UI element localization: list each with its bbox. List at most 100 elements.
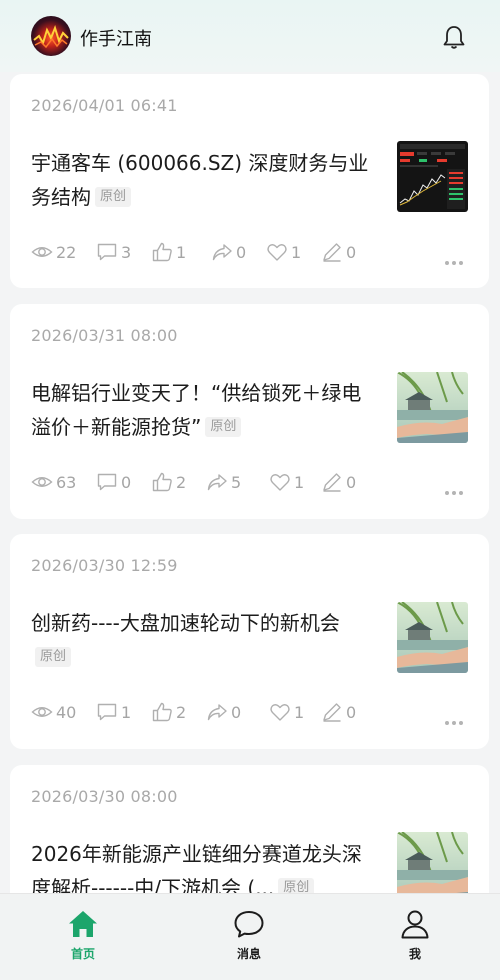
tab-messages[interactable]: 消息: [209, 894, 289, 980]
post-thumbnail[interactable]: [397, 141, 468, 212]
comments-stat[interactable]: 1: [96, 701, 131, 723]
views-stat: 63: [31, 471, 76, 493]
tab-home[interactable]: 首页: [43, 894, 123, 980]
post-card[interactable]: 2026/04/01 06:41 宇通客车 (600066.SZ) 深度财务与业…: [10, 74, 489, 288]
views-count: 22: [56, 242, 77, 262]
post-thumbnail[interactable]: [397, 602, 468, 673]
post-date: 2026/04/01 06:41: [31, 96, 178, 115]
edit-stat[interactable]: 0: [321, 471, 356, 493]
tab-home-label: 首页: [70, 947, 95, 961]
favorites-count: 1: [294, 702, 305, 722]
original-tag: 原创: [205, 416, 242, 437]
more-icon[interactable]: [445, 710, 466, 729]
post-stats: 40 1 2 0 1 0: [31, 701, 471, 725]
top-bar: 作手江南: [0, 0, 500, 72]
views-count: 63: [56, 472, 77, 492]
comments-count: 1: [121, 702, 132, 722]
comments-count: 0: [121, 472, 132, 492]
post-date: 2026/03/30 12:59: [31, 556, 178, 575]
views-stat: 22: [31, 241, 76, 263]
post-stats: 22 3 1 0 1 0: [31, 241, 471, 265]
favorites-stat[interactable]: 1: [269, 701, 304, 723]
tab-me-label: 我: [408, 947, 421, 961]
heart-icon: [270, 704, 290, 721]
bottom-tab-bar: 首页 消息 我: [0, 893, 500, 980]
pen-icon: [323, 473, 341, 492]
original-tag: 原创: [95, 186, 132, 207]
comments-count: 3: [121, 242, 132, 262]
landscape-hand-image: [397, 832, 468, 893]
shares-stat[interactable]: 0: [211, 241, 246, 263]
post-title[interactable]: 创新药----大盘加速轮动下的新机会原创: [31, 606, 371, 674]
shares-stat[interactable]: 5: [206, 471, 241, 493]
comment-icon: [97, 243, 117, 261]
views-count: 40: [56, 702, 77, 722]
eye-icon: [31, 707, 53, 717]
message-icon: [234, 911, 264, 938]
pen-icon: [323, 243, 341, 262]
post-title[interactable]: 2026年新能源产业链细分赛道龙头深度解析------中/下游机会 (... 原创: [31, 837, 371, 893]
heart-icon: [270, 474, 290, 491]
comments-stat[interactable]: 3: [96, 241, 131, 263]
favorites-stat[interactable]: 1: [266, 241, 301, 263]
comments-stat[interactable]: 0: [96, 471, 131, 493]
post-title-text: 电解铝行业变天了！“供给锁死＋绿电溢价＋新能源抢货”: [31, 381, 362, 439]
views-stat: 40: [31, 701, 76, 723]
bell-icon[interactable]: [441, 24, 467, 50]
heart-icon: [267, 244, 287, 261]
pen-icon: [323, 703, 341, 722]
share-icon: [207, 474, 227, 491]
post-card[interactable]: 2026/03/31 08:00 电解铝行业变天了！“供给锁死＋绿电溢价＋新能源…: [10, 304, 489, 519]
shares-count: 0: [231, 702, 242, 722]
edit-stat[interactable]: 0: [321, 241, 356, 263]
post-title[interactable]: 电解铝行业变天了！“供给锁死＋绿电溢价＋新能源抢货” 原创: [31, 376, 371, 444]
thumbs-up-icon: [152, 702, 172, 722]
original-tag: 原创: [278, 877, 315, 893]
likes-stat[interactable]: 2: [151, 701, 186, 723]
tab-me[interactable]: 我: [375, 894, 455, 980]
likes-stat[interactable]: 1: [151, 241, 186, 263]
post-card[interactable]: 2026/03/30 12:59 创新药----大盘加速轮动下的新机会原创 40: [10, 534, 489, 749]
landscape-hand-image: [397, 602, 468, 673]
likes-stat[interactable]: 2: [151, 471, 186, 493]
likes-count: 2: [176, 702, 187, 722]
post-date: 2026/03/31 08:00: [31, 326, 178, 345]
edit-count: 0: [346, 472, 357, 492]
tab-messages-label: 消息: [236, 947, 261, 961]
post-title-text: 宇通客车 (600066.SZ) 深度财务与业务结构: [31, 151, 369, 209]
stock-chart-image: [397, 141, 468, 212]
landscape-hand-image: [397, 372, 468, 443]
likes-count: 1: [176, 242, 187, 262]
share-icon: [212, 244, 232, 261]
thumbs-up-icon: [152, 472, 172, 492]
eye-icon: [31, 247, 53, 257]
original-tag: 原创: [35, 646, 72, 667]
share-icon: [207, 704, 227, 721]
thumbs-up-icon: [152, 242, 172, 262]
more-icon[interactable]: [445, 250, 466, 269]
edit-stat[interactable]: 0: [321, 701, 356, 723]
favorites-count: 1: [291, 242, 302, 262]
shares-stat[interactable]: 0: [206, 701, 241, 723]
eye-icon: [31, 477, 53, 487]
user-icon: [401, 910, 429, 939]
post-title-text: 创新药----大盘加速轮动下的新机会: [31, 611, 340, 635]
favorites-count: 1: [294, 472, 305, 492]
shares-count: 5: [231, 472, 242, 492]
post-title[interactable]: 宇通客车 (600066.SZ) 深度财务与业务结构 原创: [31, 146, 371, 214]
post-stats: 63 0 2 5 1 0: [31, 471, 471, 495]
edit-count: 0: [346, 702, 357, 722]
more-icon[interactable]: [445, 480, 466, 499]
favorites-stat[interactable]: 1: [269, 471, 304, 493]
avatar[interactable]: [31, 16, 71, 56]
post-thumbnail[interactable]: [397, 832, 468, 893]
edit-count: 0: [346, 242, 357, 262]
likes-count: 2: [176, 472, 187, 492]
post-feed[interactable]: 2026/04/01 06:41 宇通客车 (600066.SZ) 深度财务与业…: [0, 72, 500, 893]
comment-icon: [97, 703, 117, 721]
post-date: 2026/03/30 08:00: [31, 787, 178, 806]
user-name[interactable]: 作手江南: [80, 25, 152, 51]
shares-count: 0: [236, 242, 247, 262]
post-card[interactable]: 2026/03/30 08:00 2026年新能源产业链细分赛道龙头深度解析--…: [10, 765, 489, 893]
post-thumbnail[interactable]: [397, 372, 468, 443]
